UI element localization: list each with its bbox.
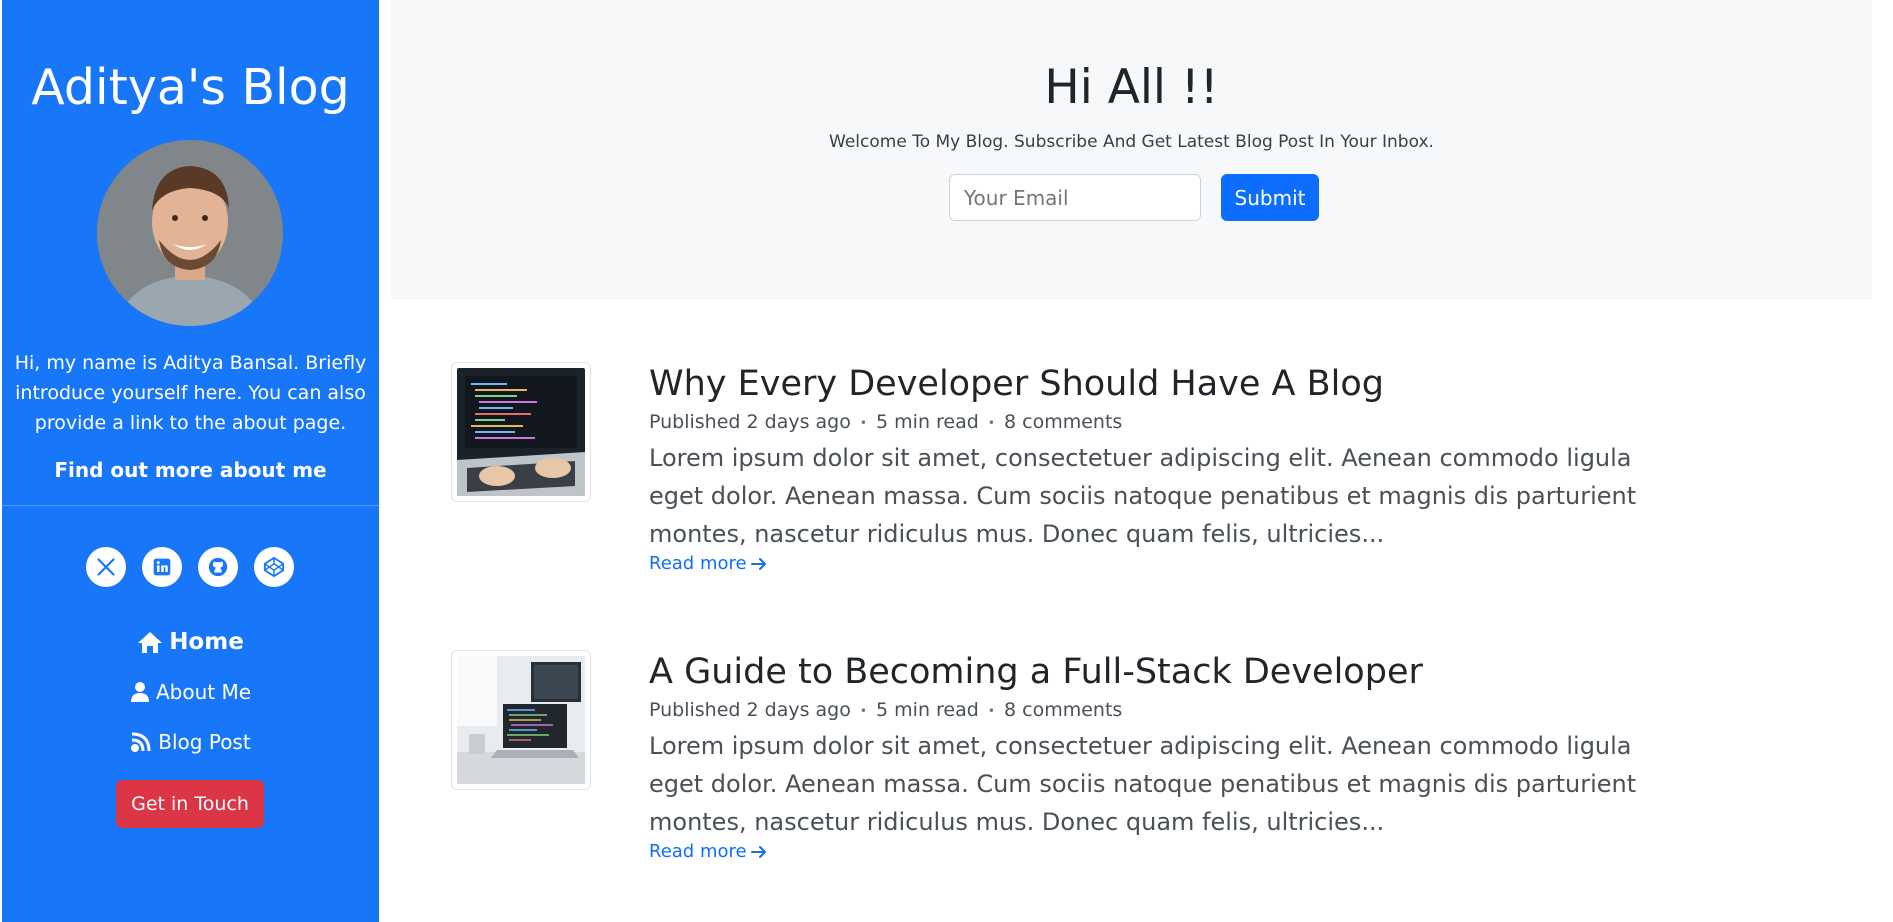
laptop-code-image: [457, 368, 585, 496]
hero-section: Hi All !! Welcome To My Blog. Subscribe …: [391, 0, 1872, 300]
x-link[interactable]: [86, 547, 126, 587]
post-title[interactable]: A Guide to Becoming a Full-Stack Develop…: [649, 650, 1689, 694]
about-link[interactable]: Find out more about me: [2, 458, 379, 482]
linkedin-icon: [153, 558, 171, 576]
post-excerpt: Lorem ipsum dolor sit amet, consectetuer…: [649, 732, 1637, 836]
post-body: A Guide to Becoming a Full-Stack Develop…: [649, 650, 1689, 862]
get-in-touch-button[interactable]: Get in Touch: [116, 780, 264, 828]
post-published: Published 2 days ago: [649, 411, 851, 433]
bio-text: Hi, my name is Aditya Bansal. Briefly in…: [14, 352, 367, 434]
nav-item-blog[interactable]: Blog Post: [2, 717, 379, 767]
social-links: [86, 547, 294, 587]
codepen-link[interactable]: [254, 547, 294, 587]
linkedin-link[interactable]: [142, 547, 182, 587]
hero-subtitle: Welcome To My Blog. Subscribe And Get La…: [829, 132, 1434, 152]
nav-item-home[interactable]: Home: [2, 617, 379, 667]
arrow-right-icon: [750, 557, 766, 570]
nav-label-home: Home: [169, 629, 244, 655]
meta-separator: •: [987, 415, 995, 430]
read-more-label: Read more: [649, 553, 747, 574]
user-icon: [130, 682, 149, 702]
post-published: Published 2 days ago: [649, 699, 851, 721]
home-icon: [138, 632, 163, 653]
subscribe-form: Submit: [949, 174, 1319, 221]
avatar-image: [97, 140, 283, 326]
nav-label-about: About Me: [155, 680, 252, 704]
github-icon: [208, 557, 228, 577]
nav-label-blog: Blog Post: [158, 730, 251, 754]
nav-item-about[interactable]: About Me: [2, 667, 379, 717]
post-image: [457, 656, 585, 784]
blog-title[interactable]: Aditya's Blog: [2, 58, 379, 118]
meta-separator: •: [859, 415, 867, 430]
post-read-time: 5 min read: [876, 411, 979, 433]
read-more-link[interactable]: Read more: [649, 553, 767, 574]
blog-icon: [131, 732, 151, 752]
post-comments: 8 comments: [1004, 411, 1123, 433]
meta-separator: •: [859, 703, 867, 718]
post-read-time: 5 min read: [876, 699, 979, 721]
github-link[interactable]: [198, 547, 238, 587]
post-image: [457, 368, 585, 496]
desk-setup-image: [457, 656, 585, 784]
read-more-label: Read more: [649, 841, 747, 862]
post-body: Why Every Developer Should Have A Blog P…: [649, 362, 1689, 574]
read-more-link[interactable]: Read more: [649, 841, 767, 862]
sidebar: Aditya's Blog Hi, my name is Aditya Bans…: [2, 0, 379, 922]
codepen-icon: [263, 556, 285, 578]
post-meta: Published 2 days ago • 5 min read • 8 co…: [649, 411, 1689, 433]
arrow-right-icon: [750, 845, 766, 858]
avatar: [97, 140, 283, 326]
post-excerpt: Lorem ipsum dolor sit amet, consectetuer…: [649, 444, 1637, 548]
meta-separator: •: [987, 703, 995, 718]
post-thumbnail[interactable]: [451, 362, 591, 502]
sidebar-nav: Home About Me Blog Post: [2, 617, 379, 767]
email-input[interactable]: [949, 174, 1201, 221]
post-title[interactable]: Why Every Developer Should Have A Blog: [649, 362, 1689, 406]
post-thumbnail[interactable]: [451, 650, 591, 790]
hero-title: Hi All !!: [1044, 60, 1219, 115]
submit-button[interactable]: Submit: [1221, 174, 1319, 221]
post-meta: Published 2 days ago • 5 min read • 8 co…: [649, 699, 1689, 721]
divider: [2, 505, 379, 506]
x-icon: [97, 558, 115, 576]
post-comments: 8 comments: [1004, 699, 1123, 721]
